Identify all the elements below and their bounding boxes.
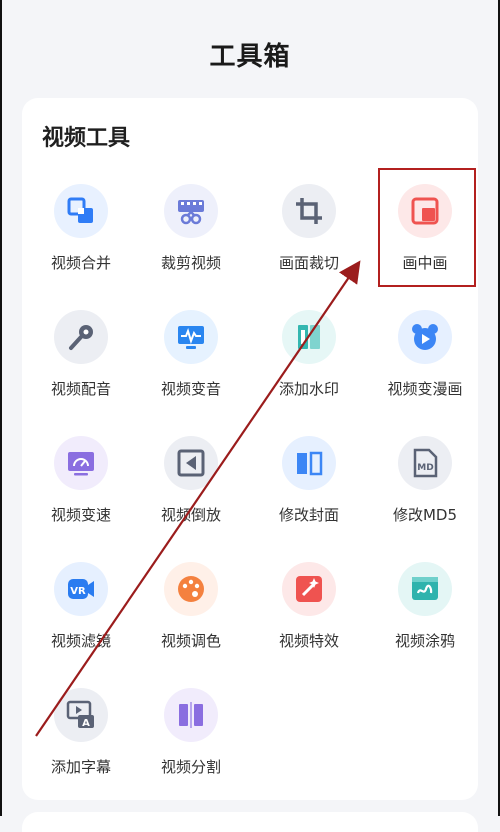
- split-icon: [164, 688, 218, 742]
- rewind-icon: [164, 436, 218, 490]
- tool-crop-frame[interactable]: 画面裁切: [250, 170, 368, 290]
- tool-label: 修改MD5: [392, 506, 458, 524]
- tool-voice-change[interactable]: 视频变音: [132, 296, 250, 416]
- tool-label: 视频倒放: [160, 506, 221, 524]
- section-title: 视频工具: [42, 126, 131, 151]
- tool-label: 修改封面: [278, 506, 339, 524]
- svg-text:VR: VR: [70, 586, 86, 597]
- waveform-monitor-icon: [164, 310, 218, 364]
- tool-label: 视频配音: [50, 380, 111, 398]
- tool-label: 视频特效: [278, 632, 339, 650]
- tool-label: 视频涂鸦: [394, 632, 455, 650]
- md5-file-icon: MD: [398, 436, 452, 490]
- speedometer-icon: [54, 436, 108, 490]
- tool-label: 添加水印: [278, 380, 339, 398]
- tool-label: 视频变音: [160, 380, 221, 398]
- tool-color-grade[interactable]: 视频调色: [132, 548, 250, 668]
- stamp-icon: [282, 310, 336, 364]
- tool-doodle[interactable]: 视频涂鸦: [366, 548, 484, 668]
- tool-edit-cover[interactable]: 修改封面: [250, 422, 368, 542]
- tool-label: 视频变漫画: [387, 380, 463, 398]
- frame-left-edge: [0, 0, 2, 816]
- cartoon-bear-icon: [398, 310, 452, 364]
- film-scissors-icon: [164, 184, 218, 238]
- tool-label: 视频变速: [50, 506, 111, 524]
- svg-text:MD: MD: [417, 463, 433, 473]
- next-section-card: [22, 812, 478, 832]
- tool-label: 视频分割: [160, 758, 221, 776]
- tool-label: 裁剪视频: [160, 254, 221, 272]
- tool-edit-md5[interactable]: MD 修改MD5: [366, 422, 484, 542]
- tool-add-watermark[interactable]: 添加水印: [250, 296, 368, 416]
- subtitle-icon: A: [54, 688, 108, 742]
- tool-label: 视频合并: [50, 254, 111, 272]
- tool-video-merge[interactable]: 视频合并: [22, 170, 140, 290]
- microphone-icon: [54, 310, 108, 364]
- tool-label: 添加字幕: [50, 758, 111, 776]
- book-cover-icon: [282, 436, 336, 490]
- tool-label: 视频调色: [160, 632, 221, 650]
- tool-label: 视频滤镜: [50, 632, 111, 650]
- tool-label: 画面裁切: [278, 254, 339, 272]
- highlight-box: [378, 168, 476, 287]
- tool-filter[interactable]: VR 视频滤镜: [22, 548, 140, 668]
- page-title: 工具箱: [209, 42, 291, 72]
- palette-icon: [164, 562, 218, 616]
- tool-effects[interactable]: 视频特效: [250, 548, 368, 668]
- sparkle-wand-icon: [282, 562, 336, 616]
- tool-split[interactable]: 视频分割: [132, 674, 250, 794]
- tool-add-subtitles[interactable]: A 添加字幕: [22, 674, 140, 794]
- tool-voiceover[interactable]: 视频配音: [22, 296, 140, 416]
- tool-video-to-comic[interactable]: 视频变漫画: [366, 296, 484, 416]
- merge-icon: [54, 184, 108, 238]
- vr-filter-icon: VR: [54, 562, 108, 616]
- tool-cut-video[interactable]: 裁剪视频: [132, 170, 250, 290]
- tool-speed-change[interactable]: 视频变速: [22, 422, 140, 542]
- svg-text:A: A: [82, 718, 90, 729]
- tool-reverse[interactable]: 视频倒放: [132, 422, 250, 542]
- crop-icon: [282, 184, 336, 238]
- doodle-icon: [398, 562, 452, 616]
